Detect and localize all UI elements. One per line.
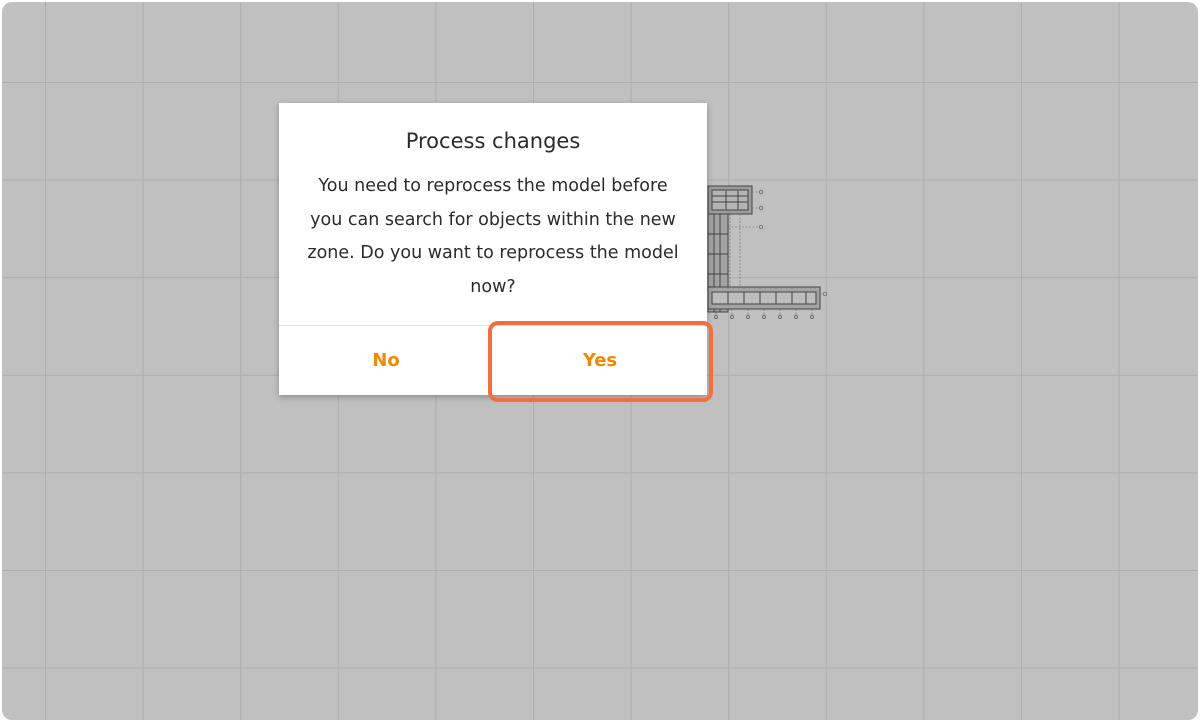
dialog-message: You need to reprocess the model before y…	[307, 176, 679, 297]
process-changes-dialog: Process changes You need to reprocess th…	[279, 103, 707, 395]
floor-plan-drawing	[707, 185, 828, 319]
yes-button[interactable]: Yes	[493, 326, 707, 395]
no-button[interactable]: No	[279, 326, 493, 395]
dialog-title: Process changes	[405, 129, 581, 153]
